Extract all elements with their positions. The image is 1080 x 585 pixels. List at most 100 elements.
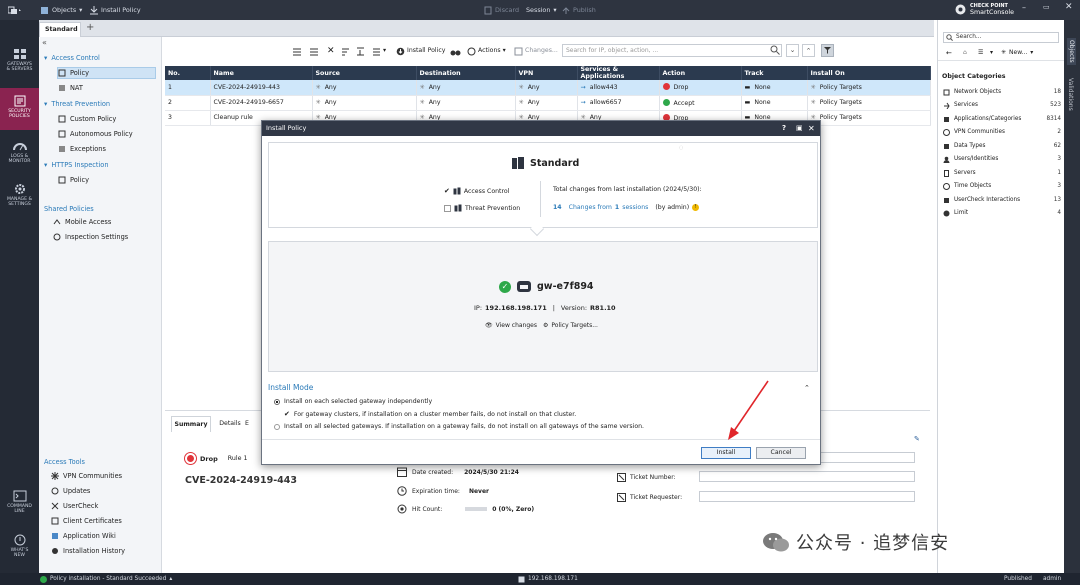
nav-shared-policies[interactable]: Shared Policies: [44, 204, 94, 214]
search-icon[interactable]: [770, 45, 780, 55]
session-button[interactable]: Session ▾: [526, 4, 557, 16]
view-dropdown[interactable]: ▾: [990, 49, 993, 56]
rail-whats-new[interactable]: WHAT'S NEW: [0, 534, 39, 564]
ticket-number-input[interactable]: [699, 471, 915, 482]
table-row[interactable]: 2 CVE-2024-24919-6657 ✳ Any ✳ Any ✳ Any ⇝ al…: [165, 95, 931, 111]
discard-button[interactable]: Discard: [484, 4, 519, 16]
filter-button[interactable]: [821, 44, 834, 57]
close-dialog-button[interactable]: ✕: [808, 121, 815, 136]
rail-security-policies[interactable]: SECURITY POLICIES: [0, 88, 39, 130]
rule-install-on[interactable]: ✳ Policy Targets: [807, 80, 931, 96]
col-header-destination[interactable]: Destination: [416, 66, 516, 80]
category-limit[interactable]: Limit 4: [943, 209, 1061, 217]
tool-vpn-communities[interactable]: VPN Communities: [51, 471, 122, 481]
col-header-track[interactable]: Track: [741, 66, 808, 80]
tool-client-certificates[interactable]: Client Certificates: [51, 516, 122, 526]
policy-targets-link[interactable]: ⚙ Policy Targets...: [543, 322, 598, 329]
nav-access-policy[interactable]: Policy: [57, 67, 156, 79]
rule-service[interactable]: ⇝ allow443: [577, 80, 660, 96]
nav-https-policy[interactable]: Policy: [58, 175, 89, 185]
back-button[interactable]: ←: [946, 49, 952, 57]
list-view-button[interactable]: ☰: [978, 49, 983, 56]
actions-menu-button[interactable]: Actions ▾: [467, 45, 506, 57]
collapse-nav-button[interactable]: «: [42, 38, 47, 48]
close-window-button[interactable]: ✕: [1065, 2, 1073, 12]
search-previous-button[interactable]: ⌃: [802, 44, 815, 57]
collapse-install-mode-button[interactable]: ⌃: [804, 384, 810, 392]
home-icon[interactable]: ⌂: [963, 49, 967, 56]
col-header-no[interactable]: No.: [165, 66, 211, 80]
tab-details[interactable]: Details: [215, 416, 245, 432]
rulebase-search-input[interactable]: Search for IP, object, action, ...: [562, 44, 782, 57]
minimize-button[interactable]: –: [1022, 3, 1026, 12]
nav-autonomous-policy[interactable]: Autonomous Policy: [58, 129, 133, 139]
tab-standard[interactable]: Standard: [39, 22, 81, 37]
publish-button[interactable]: Publish: [562, 4, 596, 16]
cancel-button[interactable]: Cancel: [756, 447, 806, 459]
side-tab-objects[interactable]: Objects: [1067, 38, 1076, 65]
ticket-requester-input[interactable]: [699, 491, 915, 502]
edit-pencil-icon[interactable]: ✎: [914, 435, 920, 443]
rule-destination[interactable]: ✳ Any: [416, 80, 516, 96]
changes-summary[interactable]: 14 Changes from 1 sessions (by admin) !: [553, 204, 700, 211]
nav-access-control[interactable]: ▾ Access Control: [44, 53, 100, 63]
rule-track[interactable]: ▬ None: [741, 95, 808, 111]
current-user[interactable]: admin: [1043, 573, 1061, 585]
rail-command-line[interactable]: COMMAND LINE: [0, 490, 39, 520]
threat-prevention-checkbox[interactable]: Threat Prevention: [444, 204, 520, 212]
maximize-button[interactable]: ▭: [1043, 3, 1050, 11]
install-button[interactable]: Install: [701, 447, 751, 459]
rail-gateways-servers[interactable]: GATEWAYS & SERVERS: [0, 48, 39, 78]
rule-name[interactable]: CVE-2024-24919-6657: [210, 95, 313, 111]
add-rule-below-button[interactable]: [309, 45, 319, 57]
objects-menu-button[interactable]: Objects ▾: [40, 4, 82, 16]
add-tab-button[interactable]: +: [86, 22, 94, 33]
rule-service[interactable]: ⇝ allow6657: [577, 95, 660, 111]
search-next-button[interactable]: ⌄: [786, 44, 799, 57]
new-object-button[interactable]: ✳ New... ▾: [1001, 49, 1033, 56]
col-header-install-on[interactable]: Install On: [807, 66, 931, 80]
rule-source[interactable]: ✳ Any: [312, 80, 417, 96]
rule-action[interactable]: Accept: [659, 95, 742, 111]
side-tab-validations[interactable]: Validations: [1067, 78, 1074, 111]
app-menu-button[interactable]: [8, 4, 22, 16]
view-changes-link[interactable]: 👁 View changes: [485, 322, 537, 329]
category-usercheck-interactions[interactable]: UserCheck Interactions 13: [943, 196, 1061, 204]
col-header-name[interactable]: Name: [210, 66, 313, 80]
category-vpn-communities[interactable]: VPN Communities 2: [943, 128, 1061, 136]
add-rule-above-button[interactable]: [292, 45, 302, 57]
rule-vpn[interactable]: ✳ Any: [515, 95, 578, 111]
nav-nat[interactable]: NAT: [58, 83, 83, 93]
delete-rule-button[interactable]: ✕: [327, 45, 335, 57]
tool-installation-history[interactable]: Installation History: [51, 546, 125, 556]
table-row[interactable]: 1 CVE-2024-24919-443 ✳ Any ✳ Any ✳ Any ⇝ all…: [165, 80, 931, 96]
nav-https-inspection[interactable]: ▾ HTTPS Inspection: [44, 160, 109, 170]
rule-action[interactable]: Drop: [659, 80, 742, 96]
rule-track[interactable]: ▬ None: [741, 80, 808, 96]
threat-tools-button[interactable]: [450, 45, 461, 57]
help-icon[interactable]: ?: [782, 121, 786, 136]
object-search-input[interactable]: Search...: [943, 32, 1059, 43]
category-users-identities[interactable]: Users/Identities 3: [943, 155, 1061, 163]
install-independent-radio[interactable]: Install on each selected gateway indepen…: [274, 398, 432, 405]
col-header-services[interactable]: Services & Applications: [577, 66, 660, 80]
rule-source[interactable]: ✳ Any: [312, 95, 417, 111]
rule-install-on[interactable]: ✳ Policy Targets: [807, 110, 931, 126]
category-servers[interactable]: Servers 1: [943, 169, 1061, 177]
nav-threat-prevention[interactable]: ▾ Threat Prevention: [44, 99, 110, 109]
category-time-objects[interactable]: Time Objects 3: [943, 182, 1061, 190]
tab-overflow[interactable]: E: [245, 416, 259, 432]
installation-status[interactable]: Policy installation - Standard Succeeded…: [40, 573, 172, 585]
tool-updates[interactable]: Updates: [51, 486, 90, 496]
col-header-action[interactable]: Action: [659, 66, 742, 80]
install-policy-button[interactable]: Install Policy: [396, 45, 445, 57]
install-policy-title-button[interactable]: Install Policy: [90, 4, 141, 16]
install-all-radio[interactable]: Install on all selected gateways. If ins…: [274, 423, 644, 430]
tool-application-wiki[interactable]: Application Wiki: [51, 531, 116, 541]
access-control-checkbox[interactable]: ✔ Access Control: [444, 187, 509, 195]
rule-destination[interactable]: ✳ Any: [416, 95, 516, 111]
tab-summary[interactable]: Summary: [171, 416, 211, 432]
maximize-dialog-button[interactable]: ▣: [796, 121, 803, 136]
sort-button[interactable]: [341, 45, 350, 57]
view-menu-button[interactable]: ▾: [372, 45, 386, 57]
